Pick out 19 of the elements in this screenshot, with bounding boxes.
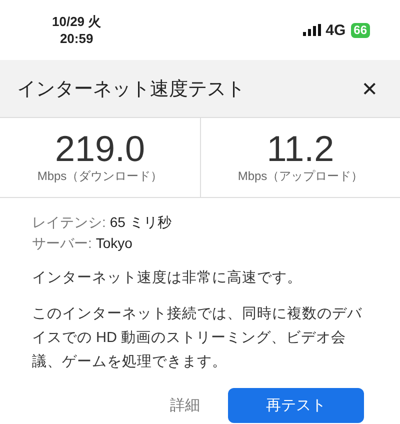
speed-unit: Mbps（ダウンロード）: [37, 168, 163, 185]
battery-level: 66: [350, 22, 370, 38]
detail-value: Tokyo: [96, 234, 132, 253]
detail-value: 65 ミリ秒: [110, 213, 172, 232]
status-date: 10/29 火: [52, 13, 102, 30]
signal-icon: [302, 24, 321, 36]
status-time: 20:59: [60, 30, 94, 47]
speed-unit: Mbps（アップロード）: [238, 168, 364, 185]
dialog-title: インターネット速度テスト: [17, 78, 245, 102]
speed-value: 11.2: [266, 130, 334, 168]
network-type: 4G: [326, 22, 346, 38]
speed-description: このインターネット接続では、同時に複数のデバイスでの HD 動画のストリーミング、ビデオ会議、ゲームを処理できます。: [32, 305, 363, 372]
retest-button[interactable]: 再テスト: [228, 388, 364, 423]
speed-summary: インターネット速度は非常に高速です。: [32, 268, 303, 288]
detail-label: レイテンシ:: [32, 213, 106, 232]
detail-label: サーバー:: [32, 234, 92, 253]
details-button[interactable]: 詳細: [166, 388, 204, 423]
close-button[interactable]: ✕: [361, 76, 378, 100]
speed-value: 219.0: [54, 130, 146, 168]
